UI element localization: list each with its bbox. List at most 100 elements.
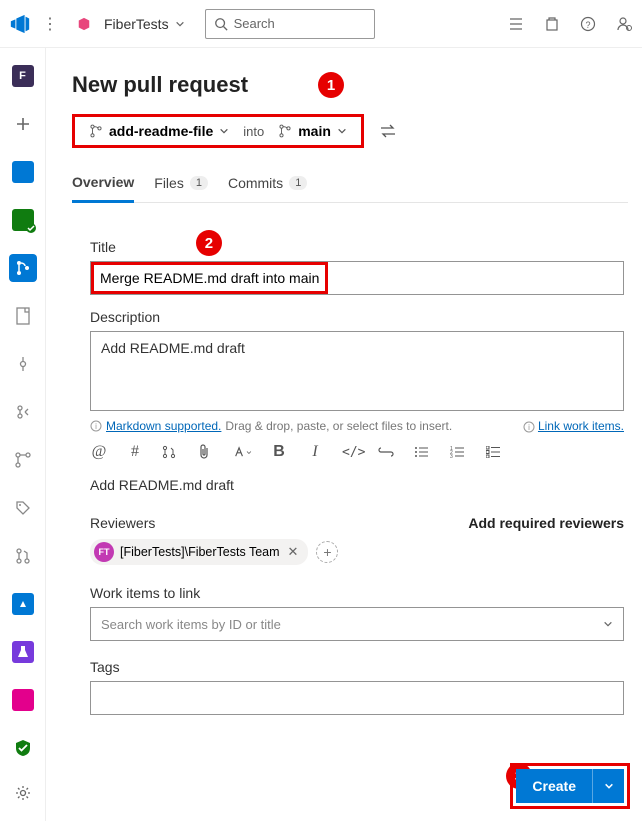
more-menu-icon[interactable]: ⋮ (38, 14, 62, 34)
reviewers-label: Reviewers (90, 515, 155, 531)
tab-files[interactable]: Files 1 (154, 169, 208, 201)
reviewer-chip[interactable]: FT [FiberTests]\FiberTests Team ✕ (90, 539, 308, 565)
reviewer-avatar: FT (94, 542, 114, 562)
rail-work-icon[interactable] (9, 206, 37, 234)
azure-devops-logo[interactable] (8, 12, 32, 36)
pr-link-icon[interactable] (162, 445, 180, 459)
markdown-link[interactable]: Markdown supported. (106, 419, 221, 433)
reviewer-name: [FiberTests]\FiberTests Team (120, 545, 280, 559)
tab-commits[interactable]: Commits1 (228, 169, 307, 201)
search-input[interactable]: Search (205, 9, 375, 39)
chevron-down-icon (337, 126, 347, 136)
rail-pipelines-icon[interactable] (9, 590, 37, 618)
rail-artifacts-icon[interactable] (9, 686, 37, 714)
marketplace-icon[interactable] (542, 14, 562, 34)
top-right-actions: ? (506, 14, 634, 34)
number-list-icon[interactable]: 123 (450, 446, 468, 458)
rail-tags-icon[interactable] (9, 494, 37, 522)
title-value-highlight: Merge README.md draft into main (91, 262, 328, 294)
remove-reviewer-icon[interactable]: ✕ (286, 544, 301, 560)
link-work-items-link[interactable]: Link work items. (538, 419, 624, 433)
work-items-input[interactable]: Search work items by ID or title (90, 607, 624, 641)
rail-settings-icon[interactable] (9, 779, 37, 807)
rail-add-icon[interactable] (9, 110, 37, 138)
search-placeholder: Search (234, 16, 275, 31)
attach-icon[interactable] (198, 444, 216, 460)
tab-overview-label: Overview (72, 174, 134, 190)
page-title-row: New pull request 1 (72, 72, 628, 98)
add-required-reviewers-button[interactable]: Add required reviewers (468, 515, 624, 531)
user-settings-icon[interactable] (614, 14, 634, 34)
branch-icon (89, 124, 103, 138)
target-branch-selector[interactable]: main (274, 121, 351, 141)
project-selector[interactable]: FiberTests (98, 12, 187, 36)
description-label: Description (90, 309, 624, 325)
files-count: 1 (190, 176, 208, 190)
rail-files-icon[interactable] (9, 302, 37, 330)
filter-icon[interactable] (506, 14, 526, 34)
mention-icon[interactable]: @ (90, 443, 108, 461)
branch-row: add-readme-file into main (72, 114, 628, 148)
markdown-hint-rest: Drag & drop, paste, or select files to i… (225, 419, 452, 433)
rail-branches-icon[interactable] (9, 446, 37, 474)
hash-icon[interactable]: # (126, 443, 144, 461)
create-button[interactable]: Create (516, 769, 592, 803)
tags-input[interactable] (90, 681, 624, 715)
reviewer-chips: FT [FiberTests]\FiberTests Team ✕ + (90, 539, 624, 565)
link-icon[interactable] (378, 447, 396, 457)
project-badge-icon (76, 16, 92, 32)
callout-1: 1 (318, 72, 344, 98)
editor-toolbar: @ # B I </> 123 (90, 443, 624, 461)
tags-label: Tags (90, 659, 624, 675)
tab-files-label: Files (154, 175, 184, 191)
description-preview: Add README.md draft (90, 477, 624, 493)
chevron-down-icon (175, 19, 185, 29)
tab-overview[interactable]: Overview (72, 168, 134, 203)
rail-repos-icon[interactable] (9, 254, 37, 282)
source-branch-name: add-readme-file (109, 123, 213, 139)
rail-pushes-icon[interactable] (9, 398, 37, 426)
svg-text:i: i (95, 422, 97, 431)
checklist-icon[interactable] (486, 446, 504, 458)
italic-icon[interactable]: I (306, 443, 324, 461)
work-items-label: Work items to link (90, 585, 624, 601)
source-branch-selector[interactable]: add-readme-file (85, 121, 233, 141)
help-icon[interactable]: ? (578, 14, 598, 34)
create-dropdown-button[interactable] (592, 769, 624, 803)
hint-row: i Markdown supported. Drag & drop, paste… (90, 419, 624, 433)
description-input[interactable]: Add README.md draft (90, 331, 624, 411)
title-label: Title (90, 239, 116, 255)
svg-text:3: 3 (450, 454, 453, 458)
description-value: Add README.md draft (101, 340, 245, 356)
bullet-list-icon[interactable] (414, 446, 432, 458)
chevron-down-icon (603, 619, 613, 629)
rail-project[interactable]: F (9, 62, 37, 90)
info-icon: i (90, 420, 102, 432)
rail-boards-icon[interactable] (9, 158, 37, 186)
code-icon[interactable]: </> (342, 445, 360, 460)
branch-icon (278, 124, 292, 138)
create-button-highlight: Create (510, 763, 630, 809)
header-icon[interactable] (234, 445, 252, 459)
main-content: New pull request 1 add-readme-file into … (46, 48, 642, 821)
rail-compliance-icon[interactable] (9, 734, 37, 762)
add-reviewer-button[interactable]: + (316, 541, 338, 563)
page-title: New pull request (72, 72, 248, 98)
svg-text:i: i (528, 423, 530, 432)
rail-pr-icon[interactable] (9, 542, 37, 570)
reviewers-row: Reviewers Add required reviewers (90, 515, 624, 531)
info-icon: i (523, 421, 535, 433)
rail-test-icon[interactable] (9, 638, 37, 666)
title-input[interactable]: Merge README.md draft into main (90, 261, 624, 295)
left-nav-rail: F (0, 48, 46, 821)
rail-commits-icon[interactable] (9, 350, 37, 378)
svg-text:?: ? (585, 20, 590, 30)
into-label: into (243, 124, 264, 139)
chevron-down-icon (219, 126, 229, 136)
commits-count: 1 (289, 176, 307, 190)
target-branch-name: main (298, 123, 331, 139)
swap-branches-icon[interactable] (380, 124, 396, 138)
callout-2: 2 (196, 230, 222, 256)
work-items-placeholder: Search work items by ID or title (101, 617, 281, 632)
bold-icon[interactable]: B (270, 443, 288, 461)
